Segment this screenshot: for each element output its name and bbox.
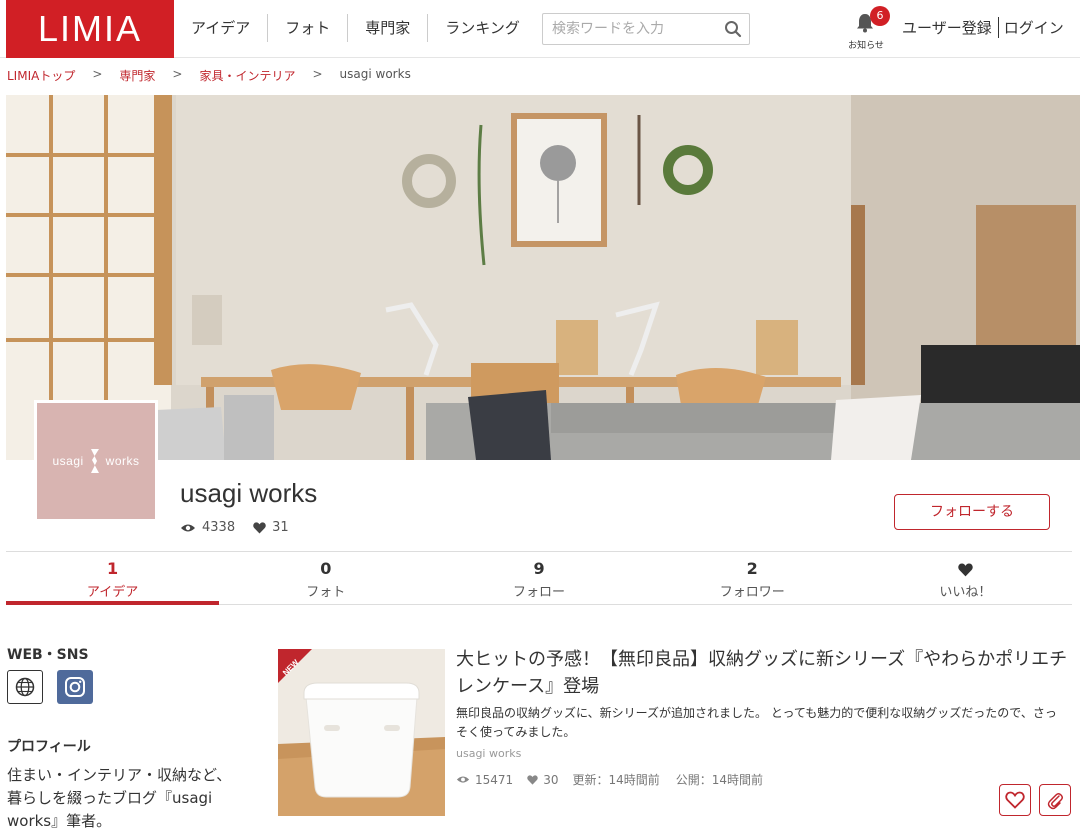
tab-followers[interactable]: 2 フォロワー	[646, 552, 859, 604]
heart-icon	[527, 774, 538, 785]
eye-icon	[456, 776, 470, 783]
auth-links: ユーザー登録 ログイン	[902, 17, 1069, 38]
article-views-count: 15471	[475, 772, 514, 787]
follow-button[interactable]: フォローする	[894, 494, 1050, 530]
breadcrumb-item-furniture[interactable]: 家具・インテリア	[199, 67, 295, 84]
website-link-button[interactable]	[7, 670, 43, 704]
tab-ideas[interactable]: 1 アイデア	[6, 552, 220, 605]
nav-item-ranking[interactable]: ランキング	[428, 14, 537, 42]
tab-count: 2	[746, 559, 758, 578]
like-article-button[interactable]	[999, 784, 1031, 816]
site-header: LIMIA アイデア フォト 専門家 ランキング 6 お知らせ ユーザー登録 ロ…	[0, 0, 1080, 58]
breadcrumb-separator: >	[92, 67, 103, 81]
breadcrumb: LIMIAトップ > 専門家 > 家具・インテリア > usagi works	[7, 67, 411, 84]
heart-icon	[253, 521, 266, 533]
sns-links	[7, 670, 93, 704]
search-icon[interactable]	[724, 20, 742, 38]
profile-likes-count: 31	[272, 520, 289, 535]
breadcrumb-separator: >	[172, 67, 183, 81]
article-description: 無印良品の収納グッズに、新シリーズが追加されました。 とっても魅力的で便利な収納…	[456, 706, 1057, 739]
cover-image	[6, 95, 1080, 460]
breadcrumb-separator: >	[312, 67, 323, 81]
tab-photos[interactable]: 0 フォト	[219, 552, 432, 604]
article-updated: 更新：14時間前	[572, 773, 660, 787]
avatar-logo-text-left: usagi	[52, 454, 84, 468]
tab-label: アイデア	[86, 585, 139, 600]
limia-logo[interactable]: LIMIA	[6, 0, 174, 58]
breadcrumb-current: usagi works	[339, 67, 411, 81]
rabbit-logo-icon	[90, 449, 99, 473]
profile-stats: 4338 31	[180, 520, 307, 535]
profile-avatar: usagi works	[34, 400, 158, 522]
web-sns-title: WEB・SNS	[7, 647, 89, 663]
breadcrumb-item-experts[interactable]: 専門家	[119, 67, 155, 84]
tab-likes[interactable]: いいね！	[859, 552, 1072, 604]
avatar-logo-text-right: works	[105, 454, 140, 468]
heart-outline-icon	[1005, 791, 1025, 809]
article-thumbnail[interactable]: NEW	[278, 649, 445, 816]
avatar-logo: usagi works	[52, 448, 139, 474]
clip-article-button[interactable]	[1039, 784, 1071, 816]
search-box	[542, 13, 750, 45]
tab-count: 9	[533, 559, 545, 578]
eye-icon	[181, 524, 195, 531]
notifications-button[interactable]: 6 お知らせ	[844, 6, 890, 52]
tab-label: フォト	[306, 585, 346, 600]
instagram-link-button[interactable]	[57, 670, 93, 704]
profile-section-title: プロフィール	[7, 739, 91, 755]
notification-count-badge: 6	[870, 6, 890, 26]
tab-count: 1	[107, 559, 119, 578]
nav-item-photos[interactable]: フォト	[268, 14, 349, 42]
nav-item-experts[interactable]: 専門家	[348, 14, 429, 42]
article-published: 公開：14時間前	[675, 773, 764, 787]
globe-icon	[15, 677, 35, 697]
article-title[interactable]: 大ヒットの予感！【無印良品】収納グッズに新シリーズ『やわらかポリエチレンケース』…	[456, 646, 1068, 700]
tab-following[interactable]: 9 フォロー	[432, 552, 645, 604]
tab-heart	[859, 559, 1072, 579]
search-input[interactable]	[543, 14, 713, 44]
tab-label: いいね！	[939, 585, 992, 600]
heart-icon	[958, 563, 973, 577]
paperclip-icon	[1047, 793, 1063, 810]
article-author[interactable]: usagi works	[456, 747, 521, 760]
register-link[interactable]: ユーザー登録	[902, 17, 999, 38]
profile-views-count: 4338	[202, 520, 236, 535]
article-meta: 15471 30 更新：14時間前 公開：14時間前	[456, 771, 779, 788]
nav-item-ideas[interactable]: アイデア	[174, 14, 269, 42]
article-likes-count: 30	[543, 772, 559, 787]
tab-count: 0	[320, 559, 332, 578]
breadcrumb-item-top[interactable]: LIMIAトップ	[7, 67, 75, 84]
main-nav: アイデア フォト 専門家 ランキング	[174, 14, 537, 42]
notifications-label: お知らせ	[848, 41, 884, 51]
login-link[interactable]: ログイン	[999, 17, 1069, 38]
profile-bio: 住まい・インテリア・収納など、暮らしを綴ったブログ『usagi works』筆者…	[7, 766, 232, 830]
tab-label: フォロワー	[719, 585, 785, 600]
profile-tabs: 1 アイデア 0 フォト 9 フォロー 2 フォロワー いいね！	[6, 551, 1072, 605]
tab-label: フォロー	[513, 585, 566, 600]
instagram-icon	[65, 677, 85, 697]
profile-name: usagi works	[180, 478, 318, 508]
